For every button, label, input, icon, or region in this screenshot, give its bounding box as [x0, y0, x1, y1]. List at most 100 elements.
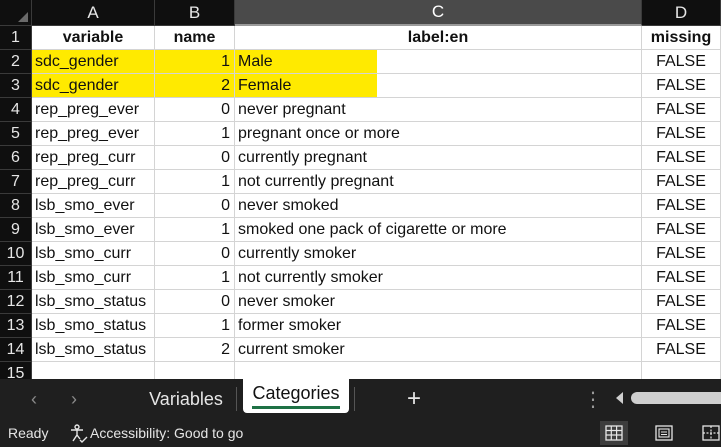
- cell-missing[interactable]: FALSE: [642, 266, 721, 290]
- cell-label[interactable]: [235, 362, 642, 379]
- cell-label[interactable]: never smoker: [235, 290, 642, 314]
- row-header[interactable]: 8: [0, 194, 32, 218]
- tab-divider: [236, 387, 237, 411]
- cell-name[interactable]: 0: [155, 242, 235, 266]
- column-header-a[interactable]: A: [32, 0, 155, 26]
- cell-name[interactable]: 1: [155, 218, 235, 242]
- cell-label[interactable]: currently pregnant: [235, 146, 642, 170]
- header-cell-missing[interactable]: missing: [642, 26, 721, 50]
- cell-label[interactable]: never smoked: [235, 194, 642, 218]
- cell-missing[interactable]: FALSE: [642, 146, 721, 170]
- plus-icon[interactable]: +: [403, 383, 425, 415]
- cell-missing[interactable]: FALSE: [642, 50, 721, 74]
- accessibility-icon[interactable]: [68, 423, 88, 443]
- normal-view-icon[interactable]: [600, 421, 628, 445]
- row-header[interactable]: 12: [0, 290, 32, 314]
- cell-name[interactable]: 1: [155, 266, 235, 290]
- tab-divider: [354, 387, 355, 411]
- scrollbar-thumb[interactable]: [631, 392, 721, 404]
- cell-label[interactable]: Female: [235, 74, 642, 98]
- cell-variable[interactable]: lsb_smo_curr: [32, 242, 155, 266]
- cell-name[interactable]: [155, 362, 235, 379]
- cell-variable[interactable]: sdc_gender: [32, 74, 155, 98]
- header-cell-name[interactable]: name: [155, 26, 235, 50]
- cell-name[interactable]: 0: [155, 290, 235, 314]
- row-header[interactable]: 9: [0, 218, 32, 242]
- cell-variable[interactable]: lsb_smo_ever: [32, 194, 155, 218]
- column-header-b[interactable]: B: [155, 0, 235, 26]
- cell-variable[interactable]: lsb_smo_curr: [32, 266, 155, 290]
- horizontal-scrollbar[interactable]: [614, 388, 721, 408]
- cell-missing[interactable]: FALSE: [642, 242, 721, 266]
- cell-variable[interactable]: lsb_smo_status: [32, 338, 155, 362]
- row-header[interactable]: 1: [0, 26, 32, 50]
- cell-variable[interactable]: rep_preg_ever: [32, 98, 155, 122]
- row-header[interactable]: 11: [0, 266, 32, 290]
- cell-missing[interactable]: FALSE: [642, 314, 721, 338]
- cell-name[interactable]: 1: [155, 50, 235, 74]
- column-header-d[interactable]: D: [642, 0, 721, 26]
- cell-missing[interactable]: FALSE: [642, 218, 721, 242]
- cell-label[interactable]: current smoker: [235, 338, 642, 362]
- row-header[interactable]: 3: [0, 74, 32, 98]
- cell-variable[interactable]: sdc_gender: [32, 50, 155, 74]
- cell-label[interactable]: currently smoker: [235, 242, 642, 266]
- cell-label[interactable]: pregnant once or more: [235, 122, 642, 146]
- cell-variable[interactable]: rep_preg_ever: [32, 122, 155, 146]
- cell-missing[interactable]: FALSE: [642, 122, 721, 146]
- cell-missing[interactable]: FALSE: [642, 98, 721, 122]
- cell-label[interactable]: not currently smoker: [235, 266, 642, 290]
- cell-variable[interactable]: lsb_smo_ever: [32, 218, 155, 242]
- row-header[interactable]: 6: [0, 146, 32, 170]
- cell-variable[interactable]: lsb_smo_status: [32, 314, 155, 338]
- cell-variable[interactable]: lsb_smo_status: [32, 290, 155, 314]
- page-break-preview-icon[interactable]: [697, 421, 721, 445]
- row-header[interactable]: 7: [0, 170, 32, 194]
- header-cell-label[interactable]: label:en: [235, 26, 642, 50]
- cell-name[interactable]: 2: [155, 338, 235, 362]
- cell-missing[interactable]: FALSE: [642, 290, 721, 314]
- scroll-left-icon[interactable]: [616, 392, 623, 404]
- accessibility-status[interactable]: Accessibility: Good to go: [90, 425, 243, 441]
- cell-variable[interactable]: rep_preg_curr: [32, 146, 155, 170]
- cell-name[interactable]: 2: [155, 74, 235, 98]
- row-header[interactable]: 15: [0, 362, 32, 379]
- column-header-c[interactable]: C: [235, 0, 642, 26]
- cell-label[interactable]: not currently pregnant: [235, 170, 642, 194]
- cell-variable[interactable]: [32, 362, 155, 379]
- cell-name[interactable]: 1: [155, 170, 235, 194]
- row-header[interactable]: 10: [0, 242, 32, 266]
- sheet-tab-bar: ‹ › Variables Categories + ⋮: [0, 379, 721, 419]
- more-horizontal-icon[interactable]: ⋮: [583, 387, 603, 412]
- cell-missing[interactable]: FALSE: [642, 74, 721, 98]
- row-header[interactable]: 14: [0, 338, 32, 362]
- cell-name[interactable]: 0: [155, 98, 235, 122]
- cell-variable[interactable]: rep_preg_curr: [32, 170, 155, 194]
- cell-missing[interactable]: [642, 362, 721, 379]
- header-cell-variable[interactable]: variable: [32, 26, 155, 50]
- tab-variables[interactable]: Variables: [140, 379, 232, 419]
- next-sheet-arrow-icon[interactable]: ›: [64, 389, 84, 410]
- status-bar: Ready Accessibility: Good to go: [0, 419, 721, 447]
- cell-label[interactable]: former smoker: [235, 314, 642, 338]
- row-header[interactable]: 2: [0, 50, 32, 74]
- cell-missing[interactable]: FALSE: [642, 194, 721, 218]
- page-layout-icon[interactable]: [650, 421, 678, 445]
- cell-name[interactable]: 1: [155, 122, 235, 146]
- previous-sheet-arrow-icon[interactable]: ‹: [24, 389, 44, 410]
- cell-label[interactable]: smoked one pack of cigarette or more: [235, 218, 642, 242]
- cell-name[interactable]: 0: [155, 146, 235, 170]
- cell-name[interactable]: 0: [155, 194, 235, 218]
- cell-name[interactable]: 1: [155, 314, 235, 338]
- cell-label[interactable]: Male: [235, 50, 642, 74]
- cell-missing[interactable]: FALSE: [642, 170, 721, 194]
- row-header[interactable]: 5: [0, 122, 32, 146]
- spreadsheet-grid[interactable]: A B C D 1 variable name label:en missing 2 sdc…: [0, 0, 721, 379]
- cell-missing[interactable]: FALSE: [642, 338, 721, 362]
- row-header[interactable]: 13: [0, 314, 32, 338]
- status-ready: Ready: [8, 425, 49, 441]
- row-header[interactable]: 4: [0, 98, 32, 122]
- cell-label[interactable]: never pregnant: [235, 98, 642, 122]
- tab-categories[interactable]: Categories: [243, 379, 349, 413]
- select-all-corner[interactable]: [0, 0, 32, 26]
